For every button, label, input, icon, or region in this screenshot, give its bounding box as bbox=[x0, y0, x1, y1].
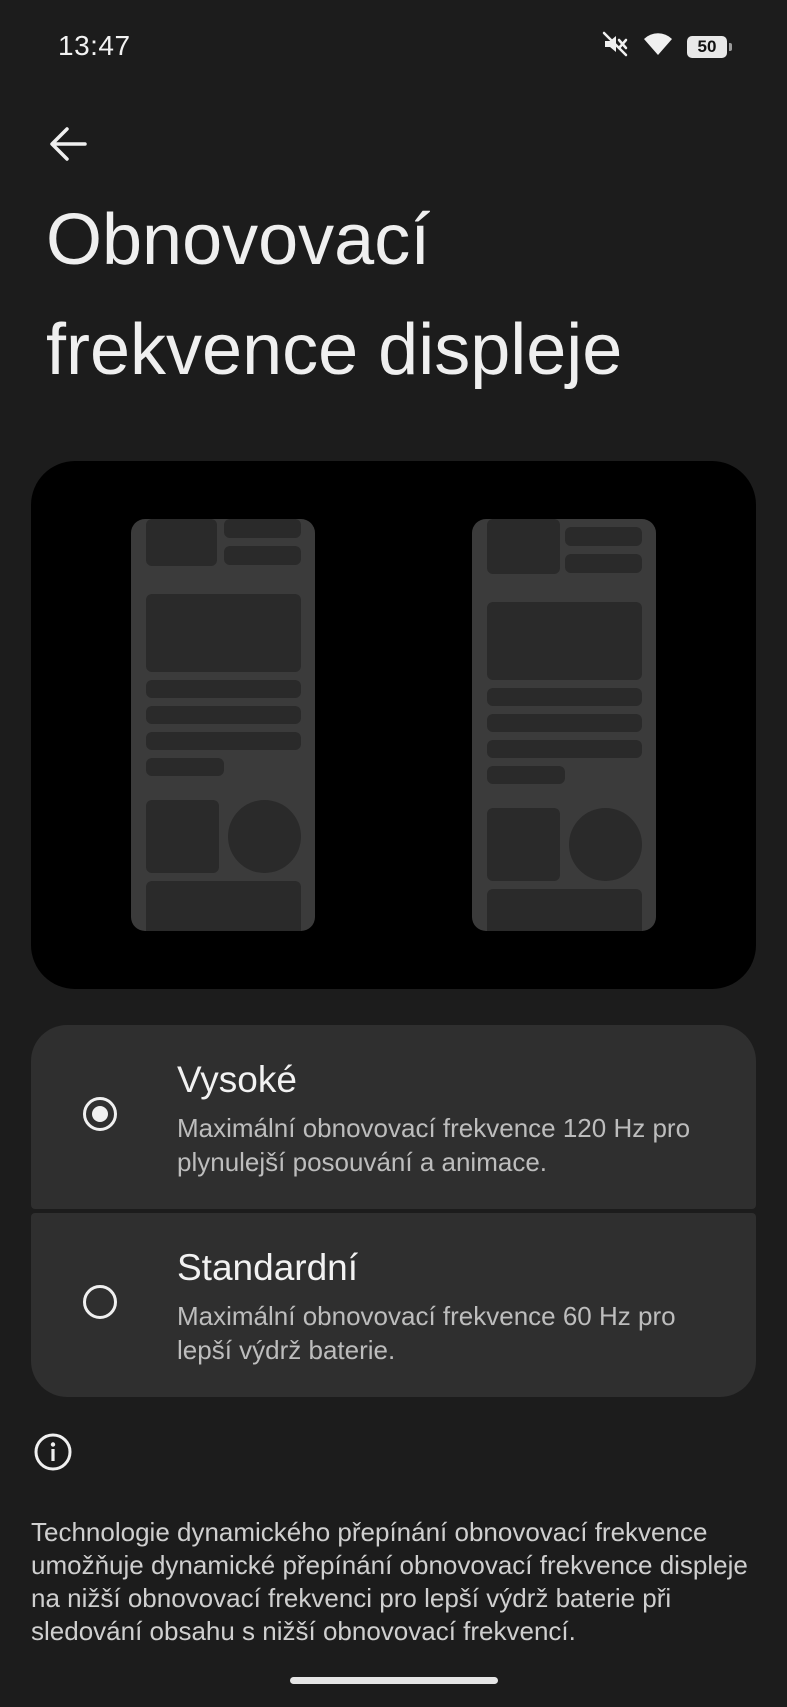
back-button[interactable] bbox=[42, 118, 94, 170]
wifi-icon bbox=[643, 31, 673, 62]
status-bar: 13:47 50 bbox=[0, 0, 787, 90]
page-title: Obnovovací frekvence displeje bbox=[46, 200, 623, 390]
arrow-left-icon bbox=[50, 127, 87, 161]
refresh-rate-preview bbox=[31, 461, 756, 989]
phone-preview-right bbox=[472, 519, 656, 931]
phone-preview-left bbox=[131, 519, 315, 931]
refresh-rate-options: Vysoké Maximální obnovovací frekvence 12… bbox=[31, 1025, 756, 1397]
option-standard-description: Maximální obnovovací frekvence 60 Hz pro… bbox=[177, 1301, 676, 1365]
info-description: Technologie dynamického přepínání obnovo… bbox=[31, 1517, 748, 1646]
status-icons: 50 bbox=[601, 30, 732, 63]
mute-icon bbox=[601, 30, 629, 63]
option-standard[interactable]: Standardní Maximální obnovovací frekvenc… bbox=[31, 1213, 756, 1397]
battery-level: 50 bbox=[697, 36, 717, 56]
battery-icon: 50 bbox=[687, 35, 732, 58]
radio-high[interactable] bbox=[83, 1097, 117, 1131]
option-high-description: Maximální obnovovací frekvence 120 Hz pr… bbox=[177, 1113, 691, 1177]
info-icon bbox=[33, 1432, 73, 1472]
option-high-title: Vysoké bbox=[177, 1059, 297, 1100]
radio-standard[interactable] bbox=[83, 1285, 117, 1319]
option-standard-title: Standardní bbox=[177, 1247, 359, 1288]
home-indicator[interactable] bbox=[290, 1677, 498, 1684]
option-high[interactable]: Vysoké Maximální obnovovací frekvence 12… bbox=[31, 1025, 756, 1209]
status-time: 13:47 bbox=[58, 30, 131, 61]
